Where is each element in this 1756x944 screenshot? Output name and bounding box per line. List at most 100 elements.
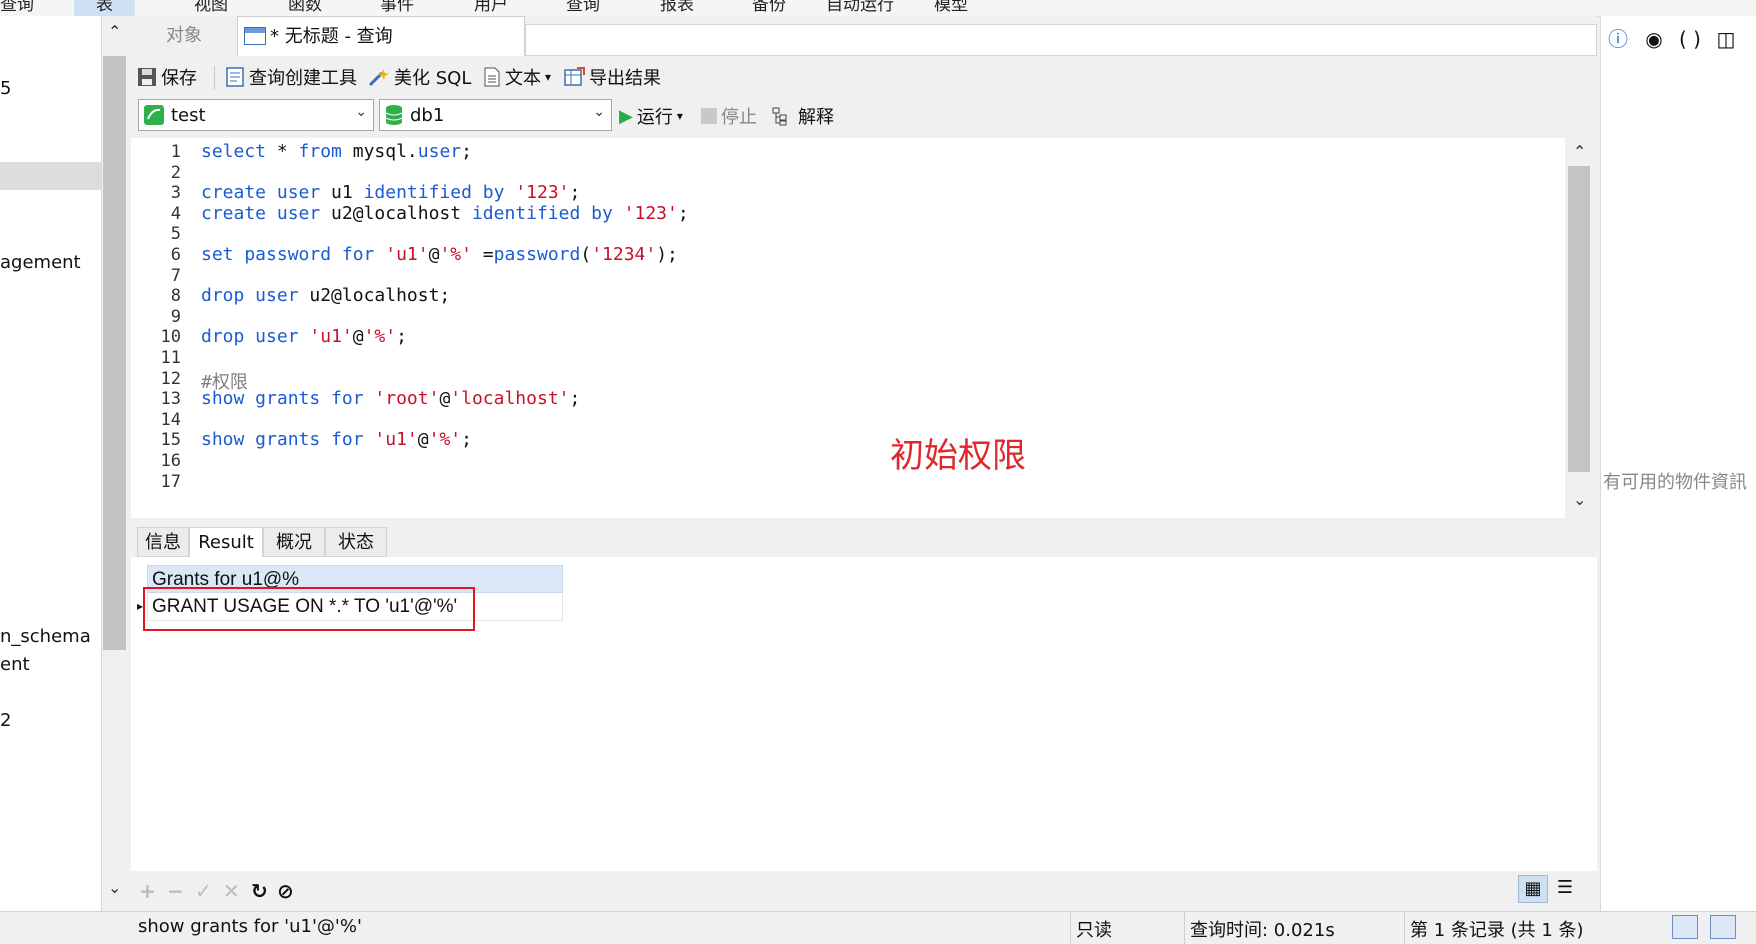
connection-value: test <box>171 104 206 126</box>
status-separator <box>1184 912 1185 944</box>
toggle-right-panel-icon[interactable] <box>1710 915 1736 939</box>
line-number: 10 <box>160 327 181 348</box>
menu-item-table[interactable]: 表 <box>74 0 135 16</box>
explain-button[interactable]: 解释 <box>772 103 834 129</box>
stop-loading-icon[interactable]: ⊘ <box>277 879 294 903</box>
preview-icon[interactable]: ◉ <box>1641 26 1667 52</box>
grid-footer: + − ✓ ✕ ↻ ⊘ ▦ ☰ <box>131 871 1597 909</box>
no-object-info-message: 有可用的物件資訊 <box>1603 472 1747 493</box>
beautify-sql-button[interactable]: 美化 SQL <box>368 64 471 90</box>
play-icon: ▶ <box>619 105 633 127</box>
navigator-panel: 5 agement n_schema ent 2 <box>0 16 102 911</box>
menu-item-backup[interactable]: 备份 <box>752 0 786 15</box>
highlight-annotation-box <box>143 587 475 631</box>
annotation-text: 初始权限 <box>890 436 1026 476</box>
delete-record-icon[interactable]: − <box>167 879 184 903</box>
export-icon <box>564 67 585 86</box>
status-record-count: 第 1 条记录 (共 1 条) <box>1410 920 1584 941</box>
toggle-left-panel-icon[interactable] <box>1672 915 1698 939</box>
navigator-item[interactable]: 5 <box>0 78 11 99</box>
navigator-selected-row[interactable] <box>0 162 101 190</box>
navigator-item[interactable]: ent <box>0 654 30 675</box>
chevron-down-icon: ⌄ <box>593 104 605 120</box>
tab-objects[interactable]: 对象 <box>131 16 237 56</box>
line-number: 15 <box>160 430 181 451</box>
line-number: 16 <box>160 451 181 471</box>
database-icon <box>385 105 403 125</box>
line-number: 17 <box>160 471 181 492</box>
database-value: db1 <box>410 104 445 126</box>
explain-label: 解释 <box>798 107 834 128</box>
line-number: 11 <box>160 348 181 368</box>
status-bar: show grants for 'u1'@'%' 只读 查询时间: 0.021s… <box>0 911 1756 944</box>
tab-info[interactable]: 信息 <box>137 527 189 557</box>
toolbar-separator <box>214 66 215 90</box>
save-button[interactable]: 保存 <box>137 64 197 90</box>
query-tab-icon <box>244 27 266 45</box>
info-icon[interactable]: ⓘ <box>1605 26 1631 52</box>
scroll-down-icon[interactable]: ⌄ <box>108 878 121 897</box>
stop-button[interactable]: 停止 <box>701 103 757 129</box>
tab-profile[interactable]: 概况 <box>263 527 325 557</box>
menu-item-function[interactable]: 函数 <box>288 0 322 15</box>
dropdown-icon: ▾ <box>545 70 552 84</box>
sql-editor[interactable]: 1 2 3 4 5 6 7 8 9 10 11 12 13 14 15 16 17 select * from … <box>131 138 1565 518</box>
grid-view-icon[interactable]: ▦ <box>1518 875 1548 903</box>
scroll-down-icon[interactable]: ⌄ <box>1573 490 1586 509</box>
menu-item-event[interactable]: 事件 <box>380 0 414 15</box>
query-builder-button[interactable]: 查询创建工具 <box>225 64 357 90</box>
status-readonly: 只读 <box>1076 920 1112 941</box>
code-line: drop user u2@localhost; <box>201 285 451 307</box>
menu-item-model[interactable]: 模型 <box>934 0 968 15</box>
refresh-icon[interactable]: ↻ <box>251 879 268 903</box>
menu-item-query[interactable]: 查询 <box>0 0 34 15</box>
menu-item-view[interactable]: 视图 <box>194 0 228 15</box>
tab-status[interactable]: 状态 <box>325 527 387 557</box>
text-icon <box>484 67 500 87</box>
text-label: 文本 <box>505 68 541 89</box>
navigator-scrollbar[interactable]: ⌃ ⌄ <box>102 16 129 911</box>
scroll-thumb[interactable] <box>103 56 126 650</box>
line-number: 3 <box>170 183 181 204</box>
database-select[interactable]: db1 ⌄ <box>379 99 612 131</box>
add-record-icon[interactable]: + <box>139 879 156 903</box>
discard-changes-icon[interactable]: ✕ <box>223 879 240 903</box>
export-results-button[interactable]: 导出结果 <box>563 64 661 90</box>
editor-scrollbar[interactable]: ⌃ ⌄ <box>1565 138 1595 518</box>
scroll-up-icon[interactable]: ⌃ <box>1573 142 1586 161</box>
menu-item-user[interactable]: 用户 <box>474 0 508 15</box>
tab-query[interactable]: * 无标题 - 查询 <box>237 16 525 56</box>
apply-changes-icon[interactable]: ✓ <box>195 879 212 903</box>
menu-item-report[interactable]: 报表 <box>660 0 694 15</box>
menu-item-automation[interactable]: 自动运行 <box>826 0 894 15</box>
connection-select[interactable]: test ⌄ <box>138 99 374 131</box>
explain-icon <box>772 107 787 126</box>
query-builder-label: 查询创建工具 <box>249 68 357 89</box>
code-line: show grants for 'root'@'localhost'; <box>201 388 581 410</box>
query-options-row: test ⌄ db1 ⌄ ▶ 运行 ▾ 停止 解释 <box>131 96 1597 136</box>
layout-icon[interactable]: ◫ <box>1713 26 1739 52</box>
navigator-item[interactable]: agement <box>0 252 81 273</box>
line-number: 6 <box>170 245 181 265</box>
scroll-thumb[interactable] <box>1568 166 1590 472</box>
run-button[interactable]: ▶ 运行 ▾ <box>619 103 683 129</box>
editor-tab-bar: 对象 * 无标题 - 查询 <box>131 16 1597 56</box>
line-number: 1 <box>170 142 181 162</box>
form-view-icon[interactable]: ☰ <box>1550 875 1580 903</box>
code-line: create user u2@localhost identified by '… <box>201 202 689 224</box>
scroll-up-icon[interactable]: ⌃ <box>108 22 121 41</box>
status-query-text: show grants for 'u1'@'%' <box>138 916 362 937</box>
code-line: set password for 'u1'@'%' =password('123… <box>201 244 678 265</box>
save-label: 保存 <box>161 68 197 89</box>
navigator-item[interactable]: 2 <box>0 710 11 731</box>
tab-result-1[interactable]: Result 1 <box>189 527 263 583</box>
beautify-icon <box>368 69 389 87</box>
ddl-icon[interactable]: ( ) <box>1677 26 1703 52</box>
dropdown-icon: ▾ <box>676 109 683 123</box>
line-number: 14 <box>160 409 181 430</box>
text-button[interactable]: 文本 ▾ <box>483 64 551 90</box>
menu-item-query2[interactable]: 查询 <box>566 0 600 15</box>
code-line: show grants for 'u1'@'%'; <box>201 429 472 451</box>
navigator-item[interactable]: n_schema <box>0 626 91 647</box>
line-number: 7 <box>170 265 181 286</box>
